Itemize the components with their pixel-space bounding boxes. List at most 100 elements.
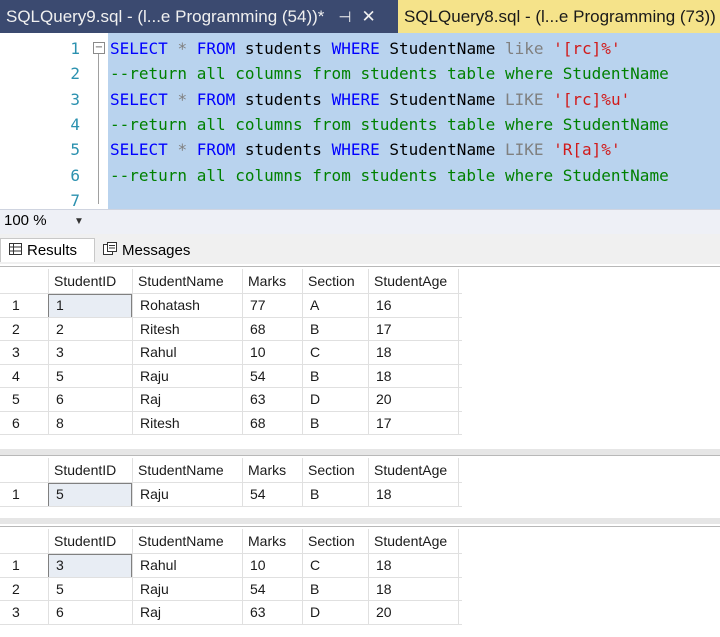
table-cell[interactable]: 68 xyxy=(250,415,266,431)
table-cell[interactable]: 8 xyxy=(56,415,64,431)
row-number[interactable]: 3 xyxy=(12,604,20,620)
table-cell[interactable]: 20 xyxy=(376,604,392,620)
table-cell[interactable]: 18 xyxy=(376,557,392,573)
tab-messages-label: Messages xyxy=(122,241,191,259)
table-cell[interactable]: 54 xyxy=(250,581,266,597)
table-cell[interactable]: 1 xyxy=(56,297,64,313)
column-header[interactable]: StudentName xyxy=(138,273,224,289)
results-grid-2[interactable]: StudentID StudentName Marks Section StudentA… xyxy=(0,455,720,519)
code-line[interactable]: SELECT * FROM students WHERE StudentName… xyxy=(110,39,621,58)
table-cell[interactable]: Raj xyxy=(140,604,161,620)
code-line[interactable]: SELECT * FROM students WHERE StudentName… xyxy=(110,140,621,159)
column-header[interactable]: Marks xyxy=(248,462,286,478)
table-cell[interactable]: B xyxy=(310,321,319,337)
table-cell[interactable]: B xyxy=(310,368,319,384)
table-cell[interactable]: 18 xyxy=(376,581,392,597)
column-header[interactable]: Section xyxy=(308,462,355,478)
column-header[interactable]: StudentName xyxy=(138,533,224,549)
close-icon[interactable]: ✕ xyxy=(361,7,375,27)
table-cell[interactable]: 3 xyxy=(56,344,64,360)
results-grid-1[interactable]: StudentID StudentName Marks Section StudentA… xyxy=(0,266,720,450)
table-cell[interactable]: Rohatash xyxy=(140,297,200,313)
row-number[interactable]: 1 xyxy=(12,486,20,502)
table-cell[interactable]: C xyxy=(310,557,320,573)
table-cell[interactable]: 5 xyxy=(56,368,64,384)
column-header[interactable]: StudentName xyxy=(138,462,224,478)
table-cell[interactable]: 2 xyxy=(56,321,64,337)
column-header[interactable]: StudentID xyxy=(54,462,116,478)
table-cell[interactable]: 6 xyxy=(56,604,64,620)
table-cell[interactable]: A xyxy=(310,297,319,313)
table-cell[interactable]: 54 xyxy=(250,486,266,502)
table-cell[interactable]: 10 xyxy=(250,344,266,360)
tab-sqlquery8[interactable]: SQLQuery8.sql - (l...e Programming (73)) xyxy=(398,0,720,33)
table-cell[interactable]: 6 xyxy=(56,391,64,407)
grid-row-divider xyxy=(0,340,462,341)
table-cell[interactable]: 5 xyxy=(56,486,64,502)
column-header[interactable]: Marks xyxy=(248,273,286,289)
collapse-icon[interactable]: − xyxy=(93,42,105,54)
table-cell[interactable]: 17 xyxy=(376,321,392,337)
table-cell[interactable]: 20 xyxy=(376,391,392,407)
table-cell[interactable]: C xyxy=(310,344,320,360)
table-cell[interactable]: Raju xyxy=(140,581,169,597)
table-cell[interactable]: 68 xyxy=(250,321,266,337)
row-number[interactable]: 4 xyxy=(12,368,20,384)
row-number[interactable]: 5 xyxy=(12,391,20,407)
tab-title: SQLQuery8.sql - (l...e Programming (73)) xyxy=(404,6,716,26)
row-number[interactable]: 1 xyxy=(12,557,20,573)
tab-messages[interactable]: Messages xyxy=(103,238,190,262)
table-cell[interactable]: 77 xyxy=(250,297,266,313)
query-editor[interactable]: − 1 SELECT * FROM students WHERE StudentN… xyxy=(0,33,720,210)
table-cell[interactable]: D xyxy=(310,604,320,620)
code-line[interactable]: --return all columns from students table… xyxy=(110,166,669,185)
table-cell[interactable]: 18 xyxy=(376,368,392,384)
table-cell[interactable]: Raju xyxy=(140,486,169,502)
pin-icon[interactable]: ⊣ xyxy=(338,8,351,26)
table-cell[interactable]: 10 xyxy=(250,557,266,573)
table-cell[interactable]: D xyxy=(310,391,320,407)
zoom-level[interactable]: 100 % xyxy=(4,212,47,229)
table-cell[interactable]: 3 xyxy=(56,557,64,573)
table-cell[interactable]: B xyxy=(310,486,319,502)
column-header[interactable]: Section xyxy=(308,273,355,289)
table-cell[interactable]: Raju xyxy=(140,368,169,384)
chevron-down-icon[interactable]: ▼ xyxy=(74,216,84,227)
column-header[interactable]: StudentAge xyxy=(374,533,447,549)
code-line[interactable]: --return all columns from students table… xyxy=(110,64,669,83)
table-cell[interactable]: B xyxy=(310,415,319,431)
table-cell[interactable]: 63 xyxy=(250,604,266,620)
column-header[interactable]: Section xyxy=(308,533,355,549)
code-token: SELECT xyxy=(110,140,178,160)
table-cell[interactable]: 17 xyxy=(376,415,392,431)
grid-row-divider xyxy=(0,505,462,507)
column-header[interactable]: StudentID xyxy=(54,533,116,549)
table-cell[interactable]: 5 xyxy=(56,581,64,597)
table-cell[interactable]: 54 xyxy=(250,368,266,384)
table-cell[interactable]: Ritesh xyxy=(140,321,180,337)
results-grid-3[interactable]: StudentID StudentName Marks Section StudentA… xyxy=(0,526,720,637)
table-cell[interactable]: Raj xyxy=(140,391,161,407)
row-number[interactable]: 2 xyxy=(12,581,20,597)
tab-results[interactable]: Results xyxy=(0,238,95,262)
table-cell[interactable]: 63 xyxy=(250,391,266,407)
row-number[interactable]: 1 xyxy=(12,297,20,313)
tab-sqlquery9[interactable]: SQLQuery9.sql - (l...e Programming (54))… xyxy=(0,0,398,33)
column-header[interactable]: StudentAge xyxy=(374,462,447,478)
row-number[interactable]: 3 xyxy=(12,344,20,360)
table-cell[interactable]: 18 xyxy=(376,344,392,360)
table-cell[interactable]: Rahul xyxy=(140,557,177,573)
column-header[interactable]: Marks xyxy=(248,533,286,549)
column-header[interactable]: StudentAge xyxy=(374,273,447,289)
table-cell[interactable]: Rahul xyxy=(140,344,177,360)
table-cell[interactable]: B xyxy=(310,581,319,597)
row-number[interactable]: 6 xyxy=(12,415,20,431)
code-line[interactable]: SELECT * FROM students WHERE StudentName… xyxy=(110,90,630,109)
table-cell[interactable]: Ritesh xyxy=(140,415,180,431)
code-token: students xyxy=(244,39,332,58)
column-header[interactable]: StudentID xyxy=(54,273,116,289)
code-line[interactable]: --return all columns from students table… xyxy=(110,115,669,134)
row-number[interactable]: 2 xyxy=(12,321,20,337)
table-cell[interactable]: 18 xyxy=(376,486,392,502)
table-cell[interactable]: 16 xyxy=(376,297,392,313)
